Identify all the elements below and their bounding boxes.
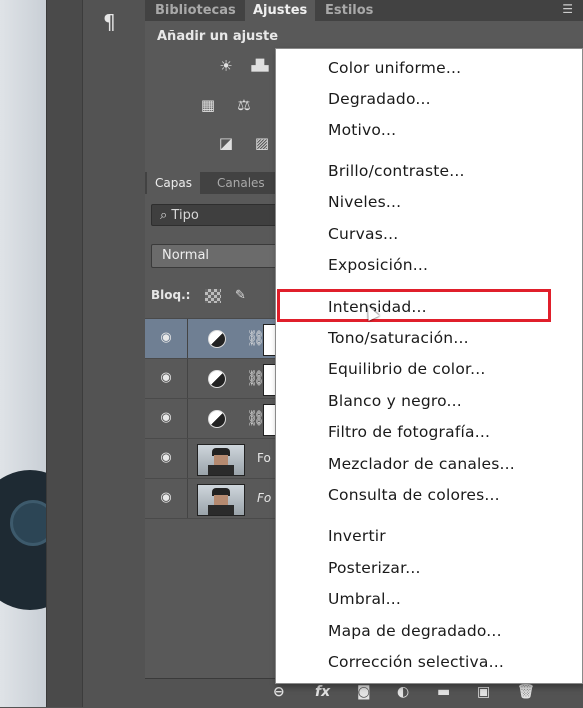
collapsed-panel-strip: ¶ — [82, 0, 146, 707]
paragraph-icon[interactable]: ¶ — [103, 10, 116, 34]
eye-icon[interactable]: ◉ — [157, 451, 175, 465]
layer-name[interactable]: Fo — [257, 451, 271, 465]
adjustment-layer-icon — [208, 410, 226, 428]
gradient-map-icon[interactable]: ▦ — [197, 96, 219, 114]
lock-label: Bloq.: — [151, 288, 191, 302]
thumb-detail — [208, 465, 234, 475]
tab-estilos[interactable]: Estilos — [317, 0, 381, 21]
photo-filter-icon[interactable]: ▨ — [251, 134, 273, 152]
highlight-annotation — [277, 289, 551, 322]
adjustment-layer-icon — [208, 330, 226, 348]
divider — [187, 319, 188, 358]
tab-ajustes[interactable]: Ajustes — [245, 0, 316, 21]
menu-item-brillo-contraste[interactable]: Brillo/contraste... — [328, 162, 465, 180]
menu-item-niveles[interactable]: Niveles... — [328, 193, 401, 211]
lock-transparency-icon[interactable] — [205, 289, 221, 303]
menu-item-consulta-colores[interactable]: Consulta de colores... — [328, 486, 500, 504]
tab-bibliotecas[interactable]: Bibliotecas — [147, 0, 244, 21]
menu-item-invertir[interactable]: Invertir — [328, 527, 386, 545]
menu-item-equilibrio-color[interactable]: Equilibrio de color... — [328, 360, 486, 378]
adjustments-tab-bar: Bibliotecas Ajustes Estilos ☰ — [145, 0, 583, 21]
balance-icon[interactable]: ⚖ — [233, 96, 255, 114]
divider — [187, 399, 188, 438]
menu-item-motivo[interactable]: Motivo... — [328, 121, 396, 139]
layer-filter-select[interactable]: ⌕ Tipo — [151, 204, 291, 226]
menu-item-correccion-selectiva[interactable]: Corrección selectiva... — [328, 653, 504, 671]
new-layer-icon[interactable]: ▣ — [477, 684, 490, 700]
canvas-scroll-border — [46, 0, 83, 707]
add-adjustment-title: Añadir un ajuste — [157, 29, 279, 44]
menu-item-tono-saturacion[interactable]: Tono/saturación... — [328, 329, 469, 347]
levels-icon[interactable]: ▟▙ — [249, 57, 271, 75]
photo-thumbnail — [197, 484, 245, 516]
divider — [187, 439, 188, 478]
mask-icon[interactable]: ◙ — [357, 684, 371, 700]
curves-icon[interactable]: ◪ — [215, 134, 237, 152]
menu-item-umbral[interactable]: Umbral... — [328, 590, 401, 608]
blend-mode-select[interactable]: Normal — [151, 244, 291, 268]
eye-icon[interactable]: ◉ — [157, 371, 175, 385]
photo-thumbnail — [197, 444, 245, 476]
eye-icon[interactable]: ◉ — [157, 331, 175, 345]
eye-icon[interactable]: ◉ — [157, 411, 175, 425]
brightness-icon[interactable]: ☀ — [215, 57, 237, 75]
tab-canales[interactable]: Canales — [209, 172, 273, 194]
menu-item-filtro-fotografia[interactable]: Filtro de fotografía... — [328, 423, 490, 441]
menu-item-posterizar[interactable]: Posterizar... — [328, 559, 421, 577]
fx-icon[interactable]: fx — [315, 684, 330, 700]
menu-item-degradado[interactable]: Degradado... — [328, 90, 431, 108]
eye-icon[interactable]: ◉ — [157, 491, 175, 505]
trash-icon[interactable]: 🗑 — [517, 684, 535, 700]
tab-capas[interactable]: Capas — [147, 172, 200, 194]
adjustment-layer-icon[interactable]: ◐ — [397, 684, 409, 700]
link-icon[interactable]: ⊖ — [273, 684, 285, 700]
panel-menu-icon[interactable]: ☰ — [562, 2, 573, 16]
adjustment-layer-icon — [208, 370, 226, 388]
menu-item-color-uniforme[interactable]: Color uniforme... — [328, 59, 461, 77]
menu-item-mezclador-canales[interactable]: Mezclador de canales... — [328, 455, 515, 473]
menu-item-blanco-negro[interactable]: Blanco y negro... — [328, 392, 462, 410]
search-icon: ⌕ — [160, 208, 168, 223]
filter-label: Tipo — [171, 208, 199, 223]
divider — [187, 479, 188, 518]
menu-item-exposicion[interactable]: Exposición... — [328, 256, 428, 274]
lock-brush-icon[interactable]: ✎ — [235, 289, 251, 303]
divider — [187, 359, 188, 398]
menu-item-mapa-degradado[interactable]: Mapa de degradado... — [328, 622, 502, 640]
adjustment-layer-menu: Color uniforme... Degradado... Motivo...… — [275, 48, 583, 684]
folder-icon[interactable]: ▬ — [437, 684, 450, 700]
thumb-detail — [208, 505, 234, 515]
layer-name[interactable]: Fo — [257, 491, 271, 505]
menu-item-curvas[interactable]: Curvas... — [328, 225, 398, 243]
